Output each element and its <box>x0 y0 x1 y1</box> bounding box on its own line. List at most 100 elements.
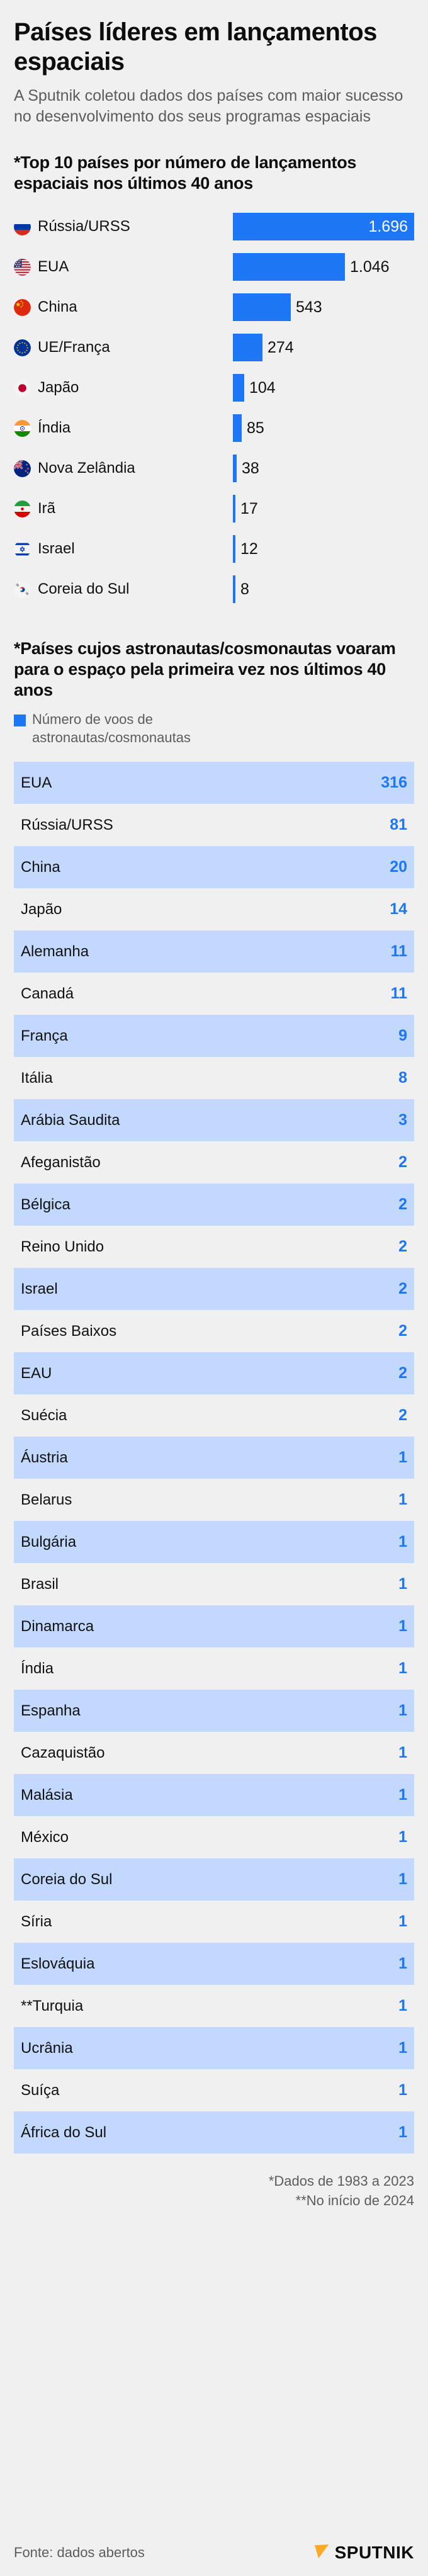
table-country-label: Canadá <box>21 985 74 1002</box>
bar-value-label: 104 <box>249 378 276 397</box>
table-row: Arábia Saudita 3 <box>14 1099 414 1142</box>
bar-country-label: Israel <box>38 540 75 558</box>
bar-value-label: 38 <box>242 459 259 477</box>
table-row: China 20 <box>14 846 414 889</box>
section-heading-astronauts: *Países cujos astronautas/cosmonautas vo… <box>14 639 396 700</box>
bar-chart-row: EUA 1.046 <box>14 247 414 287</box>
table-row: Japão 14 <box>14 888 414 930</box>
bar-value-label: 85 <box>247 419 264 437</box>
bar-chart-row: Japão 104 <box>14 368 414 408</box>
bar-track: 38 <box>233 448 259 489</box>
table-country-label: Cazaquistão <box>21 1744 105 1761</box>
table-row: Bélgica 2 <box>14 1183 414 1226</box>
table-row: Índia 1 <box>14 1647 414 1690</box>
table-country-label: Arábia Saudita <box>21 1111 120 1129</box>
infographic-page: Países líderes em lançamentos espaciais … <box>0 0 428 2576</box>
bar-track: 85 <box>233 408 264 448</box>
table-row: Reino Unido 2 <box>14 1226 414 1268</box>
table-value-label: 2 <box>398 1238 407 1256</box>
section-heading-launches: *Top 10 países por número de lançamentos… <box>14 153 357 193</box>
table-value-label: 3 <box>398 1111 407 1129</box>
bar-country-label: EUA <box>38 258 69 276</box>
table-value-label: 1 <box>398 1828 407 1846</box>
table-country-label: Afeganistão <box>21 1153 101 1171</box>
bar-track: 12 <box>233 529 258 569</box>
iran-flag <box>14 500 31 517</box>
table-country-label: China <box>21 858 60 876</box>
table-row: Brasil 1 <box>14 1563 414 1605</box>
table-country-label: EUA <box>21 774 52 791</box>
table-row: Coreia do Sul 1 <box>14 1858 414 1901</box>
sputnik-logo: SPUTNIK <box>312 2541 414 2563</box>
table-row: Suécia 2 <box>14 1394 414 1437</box>
table-country-label: Dinamarca <box>21 1617 94 1635</box>
table-value-label: 8 <box>398 1069 407 1087</box>
table-row: Canadá 11 <box>14 973 414 1015</box>
table-row: EAU 2 <box>14 1352 414 1395</box>
sputnik-arrow-icon <box>312 2541 331 2563</box>
new-zealand-flag <box>14 460 31 477</box>
table-country-label: África do Sul <box>21 2123 107 2141</box>
table-row: Suíça 1 <box>14 2069 414 2111</box>
bar-country-label: UE/França <box>38 339 110 356</box>
bar-value-label: 543 <box>296 298 322 316</box>
bar-track: 104 <box>233 368 276 408</box>
bar-value-label: 12 <box>240 539 258 558</box>
table-value-label: 81 <box>390 816 407 834</box>
table-row: Israel 2 <box>14 1268 414 1311</box>
table-country-label: Japão <box>21 900 62 918</box>
table-country-label: Ucrânia <box>21 2039 73 2057</box>
bar-value-label: 1.046 <box>350 257 390 276</box>
table-country-label: Espanha <box>21 1702 81 1719</box>
footnote-data-range: *Dados de 1983 a 2023 <box>268 2173 414 2189</box>
table-value-label: 1 <box>398 1744 407 1762</box>
russia-flag <box>14 218 31 235</box>
table-row: África do Sul 1 <box>14 2111 414 2154</box>
table-value-label: 11 <box>390 985 407 1003</box>
table-country-label: Itália <box>21 1069 53 1087</box>
table-country-label: Eslováquia <box>21 1955 95 1972</box>
table-value-label: 1 <box>398 2123 407 2142</box>
table-value-label: 1 <box>398 1997 407 2015</box>
legend-color-swatch <box>14 715 26 727</box>
bar-value-label: 17 <box>240 499 258 517</box>
table-country-label: Rússia/URSS <box>21 816 113 833</box>
bar-fill <box>233 334 262 362</box>
table-value-label: 2 <box>398 1322 407 1340</box>
bar-chart-row: Israel 12 <box>14 529 414 569</box>
table-country-label: Belarus <box>21 1491 72 1508</box>
table-row: Cazaquistão 1 <box>14 1732 414 1774</box>
table-row: Belarus 1 <box>14 1479 414 1521</box>
bar-country-label: Rússia/URSS <box>38 218 130 235</box>
bar-track: 274 <box>233 327 294 368</box>
bar-value-label: 1.696 <box>368 217 408 235</box>
footnotes: *Dados de 1983 a 2023 **No início de 202… <box>14 2171 414 2210</box>
bar-chart-row: China 543 <box>14 287 414 327</box>
table-row: Afeganistão 2 <box>14 1141 414 1183</box>
table-country-label: EAU <box>21 1364 52 1382</box>
table-value-label: 2 <box>398 1364 407 1382</box>
bar-fill <box>233 414 242 443</box>
table-value-label: 1 <box>398 1955 407 1973</box>
table-row: Itália 8 <box>14 1057 414 1099</box>
legend-label: Número de voos de astronautas/cosmonauta… <box>32 711 191 745</box>
table-country-label: França <box>21 1027 68 1044</box>
bar-chart: Rússia/URSS 1.696 EUA 1.046 China 543 UE/Franç… <box>14 206 414 609</box>
table-value-label: 20 <box>390 858 407 876</box>
table-value-label: 1 <box>398 1870 407 1889</box>
bar-fill <box>233 293 291 322</box>
table-row: Ucrânia 1 <box>14 2027 414 2070</box>
table-country-label: Malásia <box>21 1786 73 1804</box>
bar-value-label: 274 <box>268 338 294 356</box>
bar-track: 8 <box>233 569 249 609</box>
bar-track: 1.696 <box>233 206 414 247</box>
bar-track: 543 <box>233 287 322 327</box>
table-country-label: Israel <box>21 1280 58 1297</box>
table-row: Malásia 1 <box>14 1774 414 1817</box>
table-value-label: 2 <box>398 1153 407 1172</box>
table-row: Eslováquia 1 <box>14 1943 414 1986</box>
bar-chart-row: Coreia do Sul 8 <box>14 569 414 609</box>
bar-country-label: Nova Zelândia <box>38 460 135 477</box>
bar-fill: 1.696 <box>233 213 414 241</box>
israel-flag <box>14 540 31 558</box>
